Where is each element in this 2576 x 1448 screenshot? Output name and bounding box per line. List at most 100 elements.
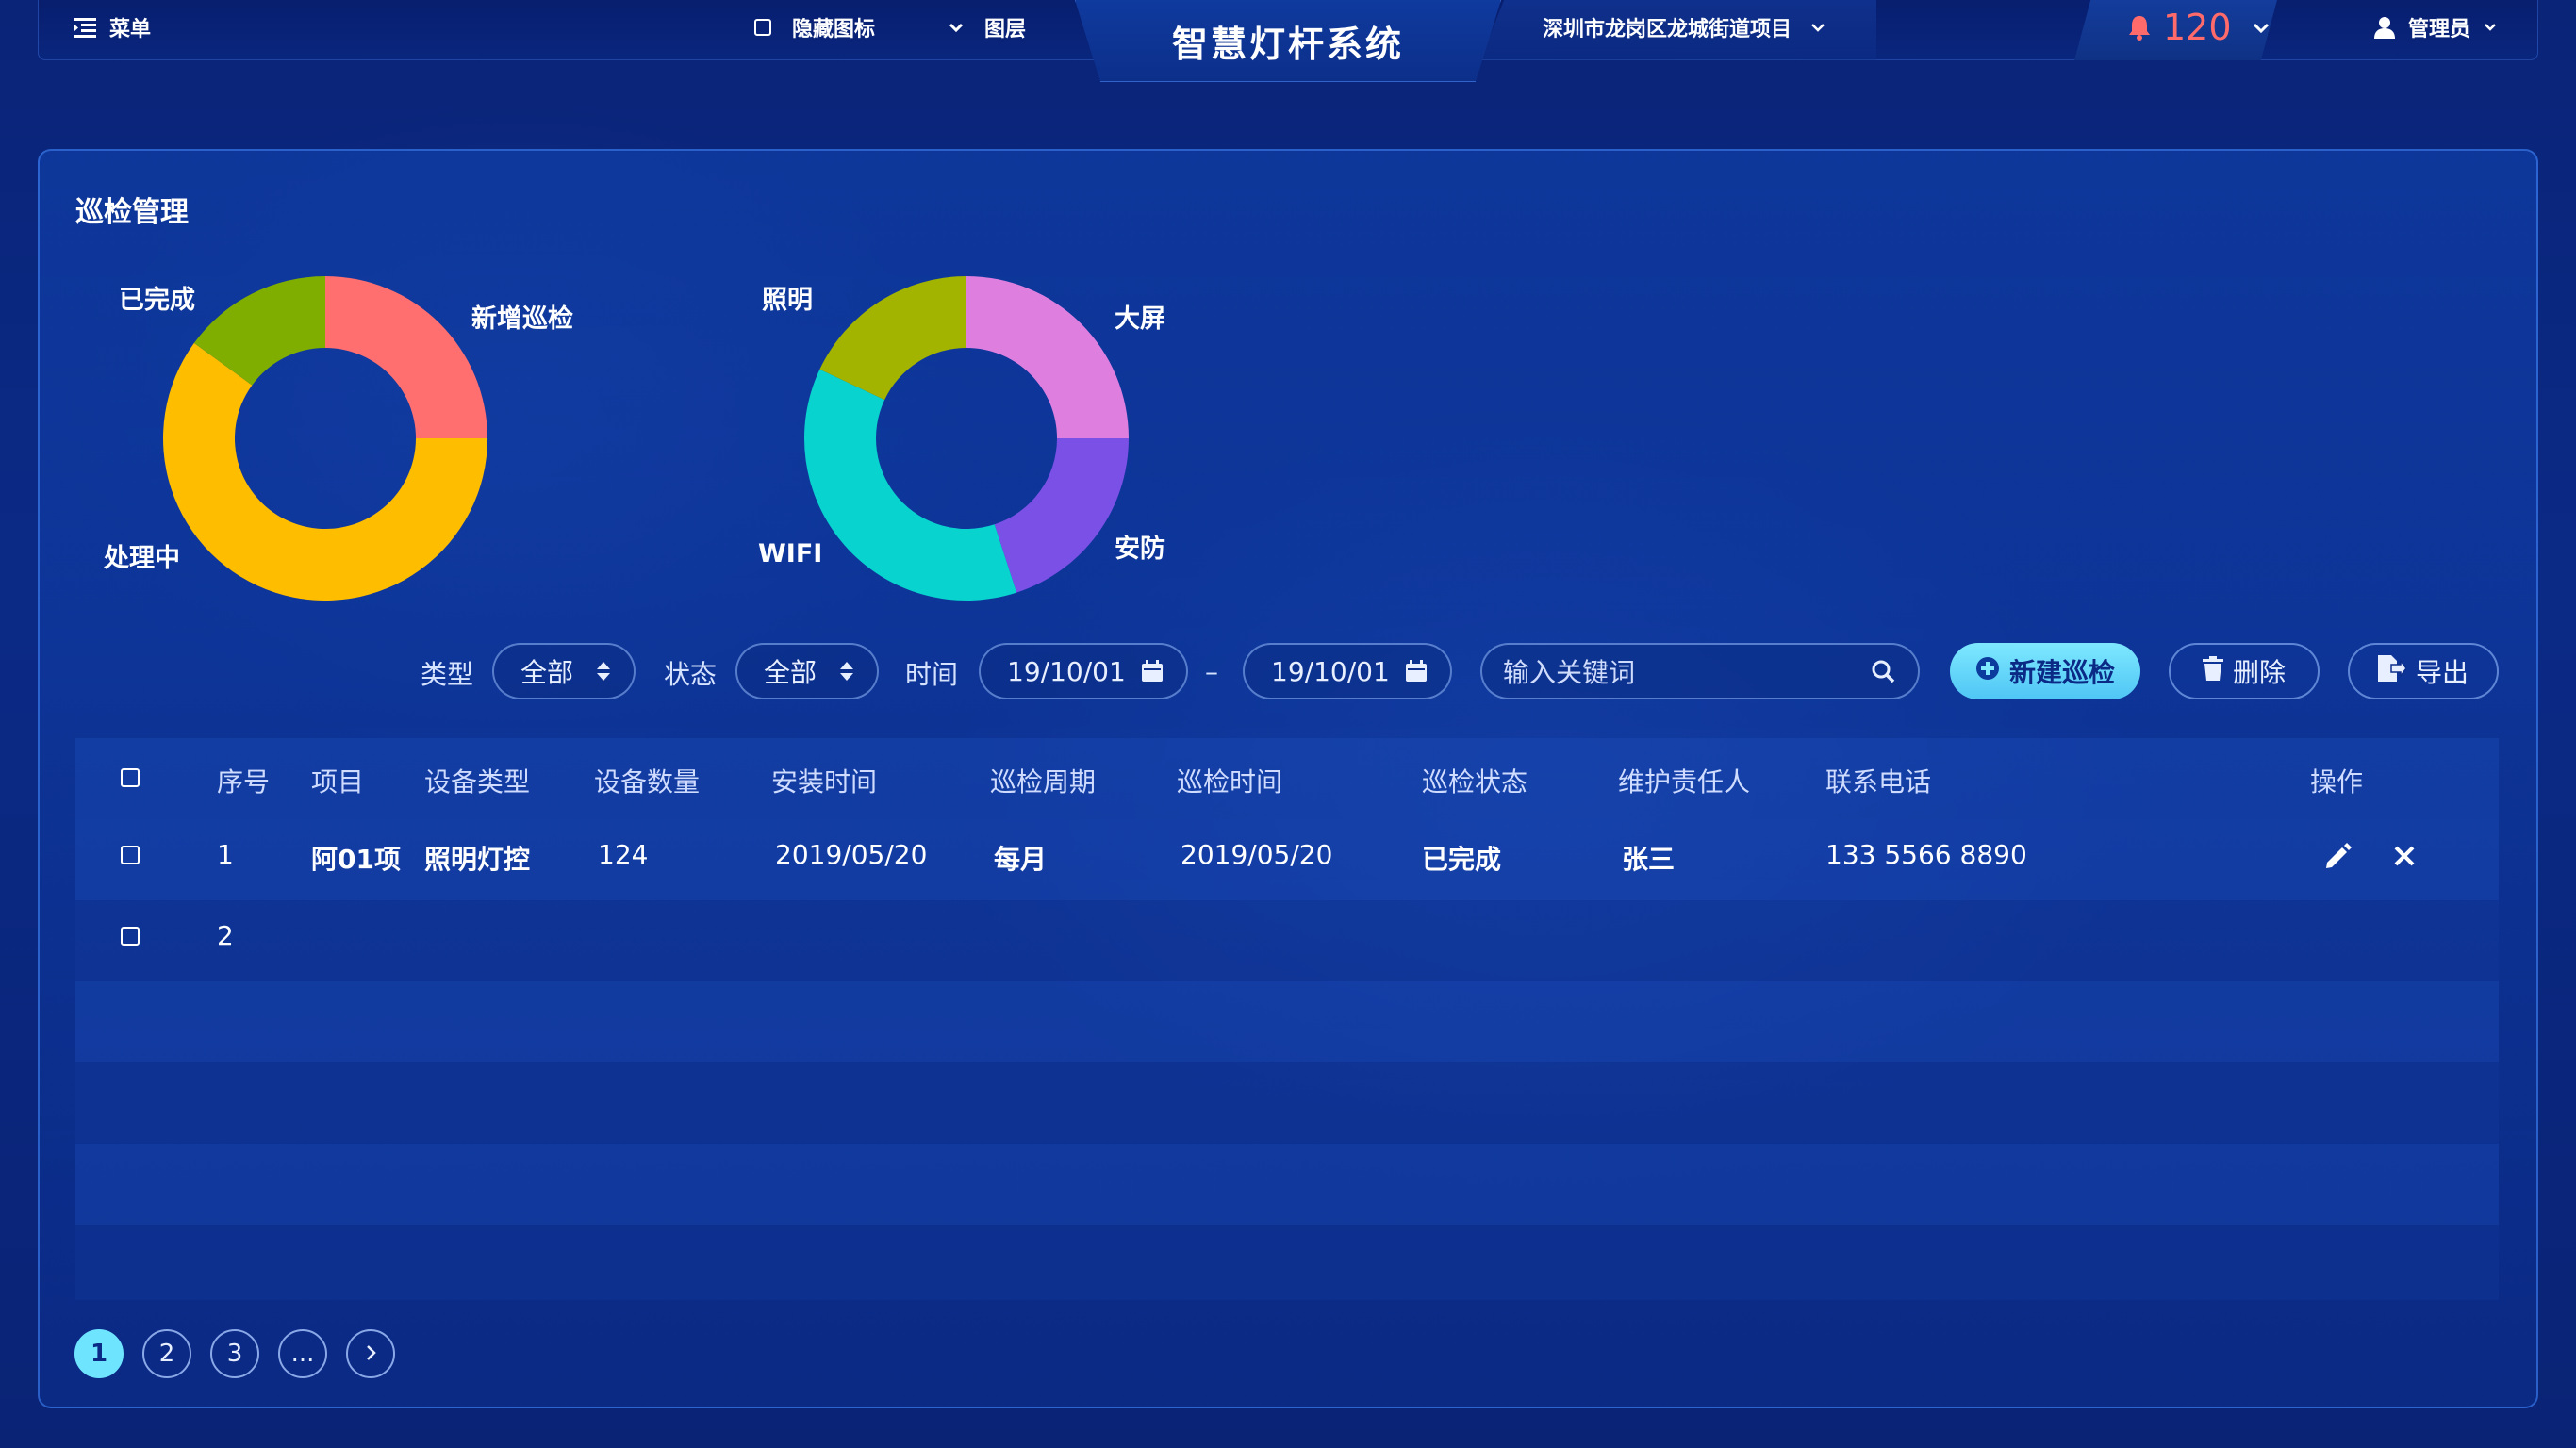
- layers-dropdown[interactable]: 图层: [949, 0, 1026, 55]
- table-row: [75, 1062, 2499, 1144]
- donut-label-lighting: 照明: [762, 286, 813, 315]
- col-header-inspection-cycle[interactable]: 巡检周期: [990, 762, 1096, 799]
- export-button[interactable]: 导出: [2348, 643, 2499, 699]
- donut-label-security: 安防: [1115, 535, 1165, 564]
- cell-inspection-status: 已完成: [1422, 844, 1502, 875]
- donut-label-wifi: WIFI: [758, 539, 823, 568]
- export-label: 导出: [2415, 657, 2469, 688]
- col-header-index[interactable]: 序号: [217, 762, 270, 799]
- cell-install-time: 2019/05/20: [775, 839, 928, 870]
- export-file-icon: [2377, 654, 2407, 688]
- new-inspection-button[interactable]: 新建巡检: [1950, 643, 2140, 699]
- type-donut-chart: [804, 276, 1129, 601]
- app-title-text: 智慧灯杆系统: [1171, 23, 1404, 65]
- type-select-value: 全部: [520, 657, 574, 688]
- donut-slice-2[interactable]: [994, 438, 1129, 593]
- col-header-actions: 操作: [2310, 766, 2364, 798]
- hide-icons-toggle[interactable]: 隐藏图标: [754, 0, 875, 55]
- hide-icons-label: 隐藏图标: [792, 18, 876, 41]
- chevron-down-icon: [949, 22, 964, 33]
- edit-pencil-icon[interactable]: [2323, 842, 2352, 874]
- menu-button[interactable]: 菜单: [74, 0, 151, 55]
- donut-label-processing: 处理中: [104, 544, 180, 573]
- project-label: 深圳市龙岗区龙城街道项目: [1543, 18, 1792, 41]
- row-checkbox[interactable]: [121, 927, 140, 946]
- col-header-phone[interactable]: 联系电话: [1825, 762, 1931, 799]
- donut-label-completed: 已完成: [119, 286, 195, 315]
- date-to-value: 19/10/01: [1271, 655, 1390, 687]
- cell-index: 2: [217, 920, 234, 951]
- trash-icon: [2202, 655, 2223, 687]
- cell-device-count: 124: [598, 839, 649, 870]
- chevron-down-icon: [2484, 23, 2497, 32]
- col-header-device-count[interactable]: 设备数量: [594, 762, 700, 799]
- plus-circle-icon: [1975, 656, 2000, 687]
- status-select-value: 全部: [764, 657, 817, 688]
- status-donut-chart: [162, 276, 488, 601]
- sort-icon: [839, 661, 877, 682]
- user-icon: [2374, 16, 2395, 39]
- table-row: [75, 1225, 2499, 1300]
- col-header-install-time[interactable]: 安装时间: [771, 762, 877, 799]
- alarm-button[interactable]: 120: [2127, 0, 2270, 55]
- table-row: [75, 1144, 2499, 1225]
- menu-icon: [74, 17, 96, 38]
- col-header-project[interactable]: 项目: [311, 762, 364, 799]
- date-to-picker[interactable]: 19/10/01: [1243, 643, 1452, 699]
- cell-device-type: 照明灯控: [424, 844, 531, 875]
- menu-label: 菜单: [109, 18, 152, 41]
- select-all-checkbox[interactable]: [121, 768, 140, 787]
- sort-icon: [596, 661, 634, 682]
- cell-index: 1: [217, 839, 234, 870]
- next-page-button[interactable]: [346, 1329, 395, 1378]
- status-select[interactable]: 全部: [735, 643, 879, 699]
- cell-maintainer: 张三: [1622, 844, 1676, 875]
- cell-project: 阿01项: [311, 844, 401, 875]
- bell-icon: [2127, 14, 2152, 41]
- app-title: 智慧灯杆系统: [1075, 0, 1501, 82]
- page-3-button[interactable]: 3: [210, 1329, 259, 1378]
- cell-phone: 133 5566 8890: [1825, 839, 2027, 870]
- row-checkbox[interactable]: [121, 846, 140, 864]
- search-icon[interactable]: [1871, 659, 1918, 683]
- checkbox-icon[interactable]: [754, 19, 771, 36]
- search-placeholder: 输入关键词: [1503, 657, 1636, 688]
- calendar-icon: [1141, 660, 1186, 683]
- col-header-device-type[interactable]: 设备类型: [424, 762, 530, 799]
- col-header-inspection-status[interactable]: 巡检状态: [1422, 762, 1527, 799]
- date-separator: –: [1205, 656, 1218, 687]
- page-1-button[interactable]: 1: [74, 1329, 124, 1378]
- chevron-down-icon: [1810, 22, 1825, 33]
- project-selector[interactable]: 深圳市龙岗区龙城街道项目: [1543, 0, 1825, 55]
- donut-label-new: 新增巡检: [471, 304, 573, 334]
- col-header-inspection-time[interactable]: 巡检时间: [1177, 762, 1282, 799]
- donut-slice-1[interactable]: [966, 276, 1129, 438]
- time-filter-label: 时间: [905, 659, 959, 690]
- delete-label: 删除: [2232, 657, 2286, 688]
- new-inspection-label: 新建巡检: [2008, 657, 2115, 688]
- status-filter-label: 状态: [664, 659, 718, 690]
- type-select[interactable]: 全部: [492, 643, 636, 699]
- chevron-right-icon: [365, 1340, 376, 1368]
- page-2-button[interactable]: 2: [142, 1329, 191, 1378]
- close-icon[interactable]: [2393, 845, 2416, 871]
- cell-inspection-cycle: 每月: [994, 844, 1048, 875]
- user-label: 管理员: [2408, 18, 2471, 41]
- table-row[interactable]: [75, 900, 2499, 981]
- donut-slice-3[interactable]: [804, 369, 1017, 601]
- page-ellipsis-button[interactable]: ...: [278, 1329, 327, 1378]
- col-header-maintainer[interactable]: 维护责任人: [1618, 762, 1750, 799]
- table-row: [75, 981, 2499, 1062]
- date-from-picker[interactable]: 19/10/01: [979, 643, 1188, 699]
- donut-slice-1[interactable]: [325, 276, 487, 438]
- calendar-icon: [1405, 660, 1450, 683]
- search-input[interactable]: 输入关键词: [1480, 643, 1920, 699]
- cell-inspection-time: 2019/05/20: [1181, 839, 1333, 870]
- user-menu[interactable]: 管理员: [2374, 0, 2497, 55]
- type-filter-label: 类型: [421, 659, 474, 690]
- alarm-count: 120: [2163, 7, 2232, 48]
- date-from-value: 19/10/01: [1007, 655, 1126, 687]
- donut-label-screen: 大屏: [1115, 304, 1165, 334]
- chevron-down-icon: [2253, 22, 2270, 33]
- delete-button[interactable]: 删除: [2169, 643, 2320, 699]
